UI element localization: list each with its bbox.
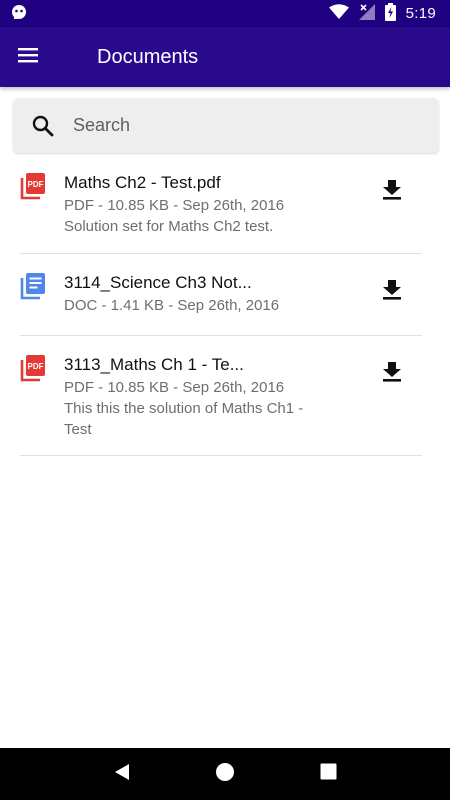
svg-text:PDF: PDF	[28, 180, 44, 189]
wifi-icon	[328, 3, 349, 24]
download-icon	[383, 279, 401, 305]
download-button[interactable]	[378, 178, 406, 206]
home-icon	[215, 762, 235, 787]
pdf-file-icon: PDF	[20, 162, 64, 254]
status-bar: 5:19	[0, 0, 450, 27]
notification-icon	[10, 3, 28, 25]
pdf-file-icon: PDF	[20, 336, 64, 456]
screen: 5:19 Documents Search PDF Maths Ch2 - Te…	[0, 0, 450, 800]
navigation-bar	[0, 748, 450, 800]
back-icon	[113, 763, 131, 786]
download-button[interactable]	[378, 360, 406, 388]
document-description: This this the solution of Maths Ch1 - Te…	[64, 400, 304, 438]
document-meta: PDF - 10.85 KB - Sep 26th, 2016	[64, 379, 285, 396]
document-title: 3113_Maths Ch 1 - Te...	[64, 355, 244, 374]
document-title: Maths Ch2 - Test.pdf	[64, 173, 221, 192]
download-icon	[383, 179, 401, 205]
doc-file-icon	[20, 254, 64, 336]
document-meta: PDF - 10.85 KB - Sep 26th, 2016	[64, 197, 285, 214]
document-meta: DOC - 1.41 KB - Sep 26th, 2016	[64, 297, 280, 314]
search-icon	[13, 115, 73, 137]
hamburger-menu-icon	[18, 47, 38, 68]
signal-icon	[358, 3, 375, 24]
download-button[interactable]	[378, 278, 406, 306]
app-bar: Documents	[0, 27, 450, 87]
recents-icon	[320, 763, 337, 785]
list-item[interactable]: 3114_Science Ch3 Not... DOC - 1.41 KB - …	[0, 254, 422, 336]
recents-button[interactable]	[308, 754, 348, 794]
document-title: 3114_Science Ch3 Not...	[64, 273, 252, 292]
divider	[20, 455, 422, 456]
menu-button[interactable]	[0, 27, 56, 87]
document-description: Solution set for Maths Ch2 test.	[64, 218, 274, 235]
list-item[interactable]: PDF Maths Ch2 - Test.pdf PDF - 10.85 KB …	[0, 162, 422, 254]
page-title: Documents	[97, 45, 199, 68]
search-input[interactable]	[73, 105, 413, 146]
back-button[interactable]	[102, 754, 142, 794]
download-icon	[383, 361, 401, 387]
status-time: 5:19	[405, 5, 436, 22]
document-list: PDF Maths Ch2 - Test.pdf PDF - 10.85 KB …	[0, 162, 450, 456]
battery-icon	[384, 2, 396, 25]
list-item[interactable]: PDF 3113_Maths Ch 1 - Te... PDF - 10.85 …	[0, 336, 422, 456]
svg-text:PDF: PDF	[28, 362, 44, 371]
home-button[interactable]	[205, 754, 245, 794]
search-bar[interactable]	[13, 98, 439, 153]
